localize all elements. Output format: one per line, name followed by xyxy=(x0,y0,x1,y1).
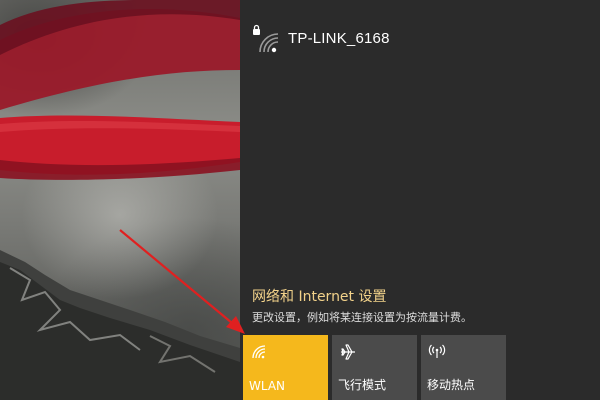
network-list-item[interactable]: TP-LINK_6168 xyxy=(240,16,600,62)
screen: TP-LINK_6168 网络和 Internet 设置 更改设置，例如将某连接… xyxy=(0,0,600,400)
hotspot-icon xyxy=(427,342,447,362)
mobile-hotspot-tile[interactable]: 移动热点 xyxy=(421,335,506,400)
network-ssid: TP-LINK_6168 xyxy=(288,30,390,47)
network-settings-link[interactable]: 网络和 Internet 设置 xyxy=(252,286,387,306)
network-settings-description: 更改设置，例如将某连接设置为按流量计费。 xyxy=(252,311,472,324)
desktop-wallpaper xyxy=(0,0,240,400)
wallpaper-art xyxy=(0,0,240,400)
network-flyout: TP-LINK_6168 网络和 Internet 设置 更改设置，例如将某连接… xyxy=(240,0,600,400)
wifi-icon xyxy=(249,342,269,362)
wlan-tile-label: WLAN xyxy=(249,379,286,393)
airplane-tile-label: 飞行模式 xyxy=(338,378,387,392)
hotspot-tile-label: 移动热点 xyxy=(427,378,476,392)
airplane-mode-tile[interactable]: 飞行模式 xyxy=(332,335,417,400)
wifi-secured-icon xyxy=(250,24,280,54)
airplane-icon xyxy=(338,342,358,362)
wlan-toggle-tile[interactable]: WLAN xyxy=(243,335,328,400)
